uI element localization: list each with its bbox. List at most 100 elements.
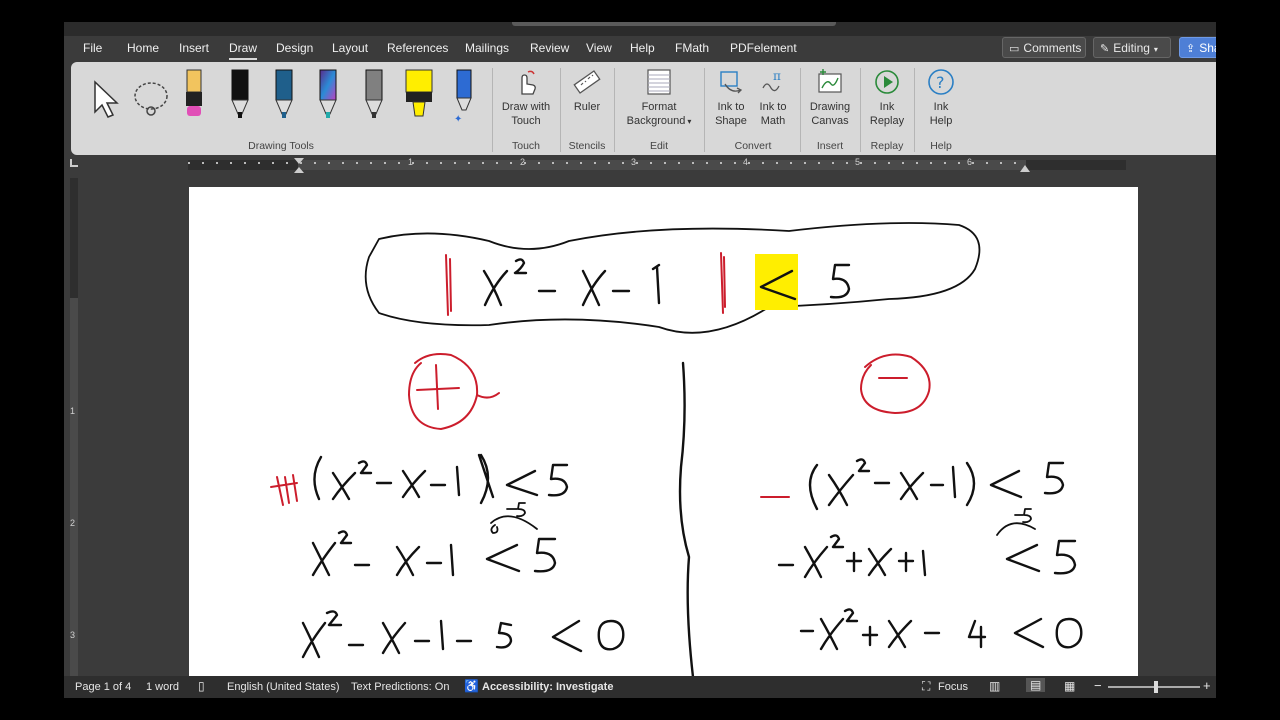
zoom-out-icon[interactable]: − bbox=[1094, 678, 1102, 693]
tab-insert[interactable]: Insert bbox=[179, 41, 209, 55]
share-button[interactable]: ⇪Sha bbox=[1179, 37, 1216, 58]
ruler-tick bbox=[790, 162, 792, 164]
page-count[interactable]: Page 1 of 4 bbox=[75, 681, 131, 693]
highlighter-yellow-icon[interactable] bbox=[403, 68, 435, 126]
ink-canvas[interactable] bbox=[189, 187, 1138, 677]
tab-review[interactable]: Review bbox=[530, 41, 569, 55]
language[interactable]: English (United States) bbox=[227, 681, 340, 693]
ruler-tick bbox=[188, 162, 190, 164]
accessibility-status[interactable]: Accessibility: Investigate bbox=[482, 681, 613, 693]
tab-view[interactable]: View bbox=[586, 41, 612, 55]
pen-black-icon[interactable] bbox=[227, 68, 253, 126]
ruler-tick bbox=[342, 162, 344, 164]
word-window: File Home Insert Draw Design Layout Refe… bbox=[64, 22, 1216, 698]
lasso-select-icon[interactable] bbox=[129, 78, 169, 120]
ruler-tick bbox=[580, 162, 582, 164]
ruler-tick bbox=[818, 162, 820, 164]
editing-label: Editing bbox=[1113, 41, 1150, 55]
tab-layout[interactable]: Layout bbox=[332, 41, 368, 55]
ruler-tick bbox=[300, 162, 302, 164]
group-edit: Edit bbox=[649, 140, 669, 152]
zoom-in-icon[interactable]: + bbox=[1203, 678, 1211, 693]
chevron-down-icon: ▾ bbox=[1153, 45, 1158, 54]
ruler-tick bbox=[356, 162, 358, 164]
ink-right-line3 bbox=[799, 608, 1083, 651]
format-background-button[interactable]: Format Background ▾ bbox=[619, 68, 699, 129]
pencil-pink-icon[interactable] bbox=[181, 68, 207, 126]
ruler-tick bbox=[552, 162, 554, 164]
select-arrow-icon[interactable] bbox=[91, 80, 121, 120]
ruler-tick bbox=[720, 162, 722, 164]
status-bar: Page 1 of 4 1 word ▯ English (United Sta… bbox=[64, 676, 1216, 698]
ruler-tick bbox=[1000, 162, 1002, 164]
tab-fmath[interactable]: FMath bbox=[675, 41, 709, 55]
print-layout-icon[interactable]: ▤ bbox=[1026, 678, 1046, 692]
ruler-tick bbox=[594, 162, 596, 164]
ruler-tick bbox=[510, 162, 512, 164]
ink-to-shape-button[interactable]: Ink to Shape bbox=[709, 68, 753, 128]
indent-marker-icon[interactable] bbox=[293, 157, 305, 175]
ruler-tick bbox=[328, 162, 330, 164]
pen-blue-icon[interactable] bbox=[271, 68, 297, 126]
ruler-tick bbox=[692, 162, 694, 164]
ruler-tick bbox=[860, 162, 862, 164]
focus-button[interactable]: Focus bbox=[938, 681, 968, 693]
search-box[interactable] bbox=[512, 22, 836, 26]
ruler-tick bbox=[762, 162, 764, 164]
comments-button[interactable]: ▭ Comments bbox=[1002, 37, 1086, 58]
format-background-label-2: Background bbox=[626, 115, 686, 127]
ruler-tick bbox=[888, 162, 890, 164]
draw-with-touch-button[interactable]: Draw with Touch bbox=[497, 68, 555, 128]
horizontal-ruler[interactable]: 1 2 3 4 5 6 bbox=[64, 155, 1216, 175]
tab-stop-selector[interactable] bbox=[70, 159, 78, 167]
ruler-button[interactable]: Ruler bbox=[565, 68, 609, 114]
tab-help[interactable]: Help bbox=[630, 41, 655, 55]
tab-draw[interactable]: Draw bbox=[229, 41, 258, 60]
help-question-icon: ? bbox=[928, 69, 954, 95]
ink-replay-button[interactable]: Ink Replay bbox=[865, 68, 909, 128]
ink-left-line1 bbox=[313, 453, 569, 505]
text-predictions[interactable]: Text Predictions: On bbox=[351, 681, 449, 693]
accessibility-icon: ♿ bbox=[464, 679, 479, 693]
web-layout-icon[interactable]: ▦ bbox=[1064, 679, 1075, 693]
tab-file[interactable]: File bbox=[83, 41, 102, 55]
zoom-slider-thumb[interactable] bbox=[1154, 681, 1158, 693]
ruler-tick bbox=[958, 162, 960, 164]
share-label: Sha bbox=[1199, 41, 1216, 55]
pen-galaxy-icon[interactable] bbox=[315, 68, 341, 126]
svg-text:π: π bbox=[773, 69, 781, 83]
word-count[interactable]: 1 word bbox=[146, 681, 179, 693]
ink-left-line2 bbox=[311, 530, 557, 577]
ink-to-shape-label-1: Ink to bbox=[717, 101, 745, 113]
ink-to-shape-icon bbox=[720, 71, 743, 94]
proofing-icon[interactable]: ▯ bbox=[198, 679, 205, 693]
right-indent-marker-icon[interactable] bbox=[1019, 163, 1031, 173]
tab-home[interactable]: Home bbox=[127, 41, 159, 55]
ruler-tick bbox=[622, 162, 624, 164]
ruler-tick bbox=[566, 162, 568, 164]
drawing-canvas-icon bbox=[818, 69, 842, 93]
ruler-tick bbox=[398, 162, 400, 164]
tab-design[interactable]: Design bbox=[276, 41, 313, 55]
ink-left-line3 bbox=[301, 610, 625, 659]
ink-to-math-button[interactable]: π Ink to Math bbox=[751, 68, 795, 128]
ruler-tick bbox=[636, 162, 638, 164]
group-replay: Replay bbox=[870, 140, 904, 152]
tab-pdfelement[interactable]: PDFelement bbox=[730, 41, 797, 55]
drawing-canvas-button[interactable]: Drawing Canvas bbox=[805, 68, 855, 128]
pen-sparkle-icon[interactable]: ✦ bbox=[451, 68, 477, 126]
tab-references[interactable]: References bbox=[387, 41, 448, 55]
editing-button[interactable]: ✎ Editing ▾ bbox=[1093, 37, 1171, 58]
group-drawing-tools: Drawing Tools bbox=[248, 140, 314, 152]
pen-gray-icon[interactable] bbox=[361, 68, 387, 126]
ruler-tick bbox=[482, 162, 484, 164]
vertical-ruler[interactable]: 1 2 3 bbox=[68, 178, 80, 678]
read-mode-icon[interactable]: ▥ bbox=[989, 679, 1000, 693]
ruler-tick bbox=[384, 162, 386, 164]
ink-help-button[interactable]: ? Ink Help bbox=[919, 68, 963, 128]
ink-divider bbox=[678, 361, 695, 677]
focus-icon: ⛶ bbox=[922, 679, 931, 693]
ink-left-minus5 bbox=[490, 502, 538, 534]
tab-mailings[interactable]: Mailings bbox=[465, 41, 509, 55]
document-page[interactable] bbox=[189, 187, 1138, 677]
